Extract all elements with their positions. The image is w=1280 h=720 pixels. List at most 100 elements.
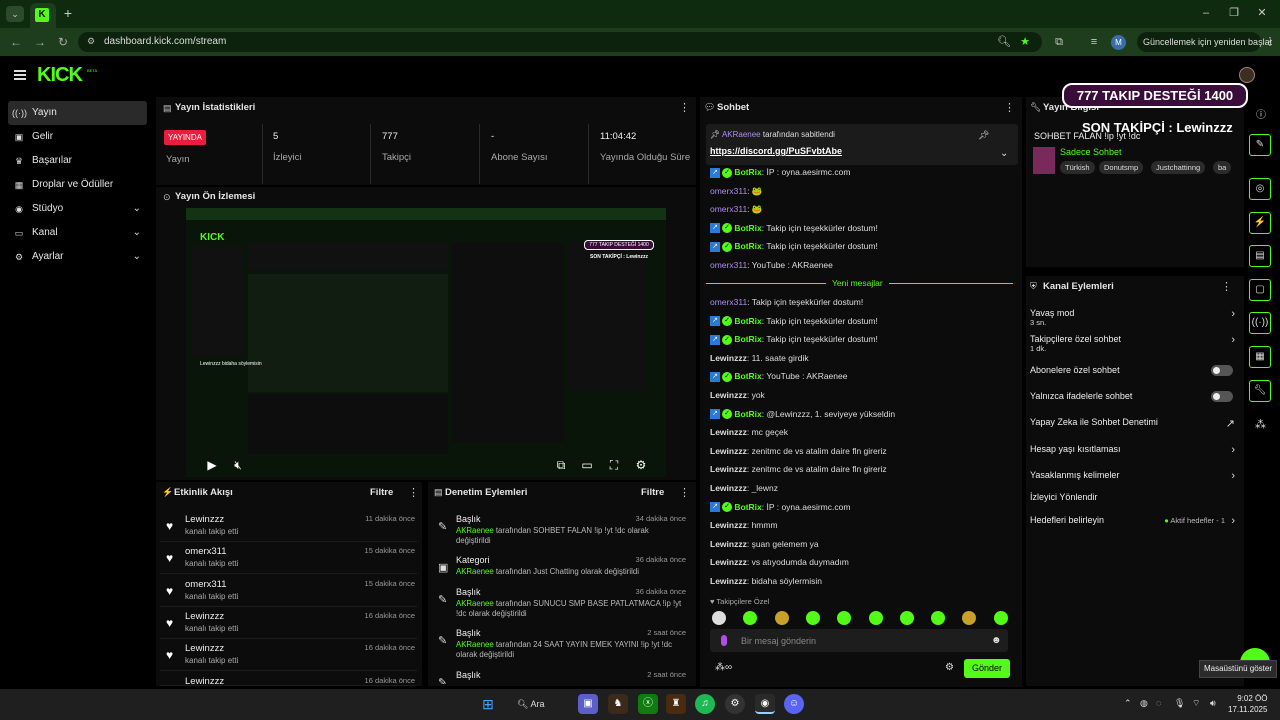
chat-message[interactable]: Lewinzzz: zenitmc de vs atalim daire fln… [710, 446, 887, 456]
chat-menu-icon[interactable]: ⋮ [1004, 101, 1015, 114]
points-icon[interactable]: ⁂∞ [715, 662, 732, 673]
chat-message[interactable]: Lewinzzz: yok [710, 390, 765, 400]
microphone-tray-icon[interactable]: 🎙︎ [1174, 698, 1185, 709]
chat-message[interactable]: omerx311: Takip için teşekkürler dostum! [710, 297, 863, 307]
pip-icon[interactable]: ⧉ [554, 458, 568, 472]
info-icon[interactable]: ⓘ [1256, 106, 1266, 121]
taskbar-clock[interactable]: 9:02 ÖÖ 17.11.2025 [1228, 693, 1267, 715]
active-tab[interactable]: K [30, 3, 56, 28]
emote-icon[interactable] [774, 611, 789, 625]
chat-message[interactable]: ↗ ✓ BotRix: İP : oyna.aesirmc.com [710, 502, 850, 513]
activity-username[interactable]: omerx311 [185, 579, 227, 590]
activity-row[interactable]: ♥ Lewinzzz 16 dakika önce [160, 672, 417, 686]
chat-message[interactable]: omerx311: 🐸 [710, 204, 762, 215]
media-icon[interactable]: ≡ [1086, 34, 1102, 50]
stats-menu-icon[interactable]: ⋮ [679, 101, 690, 114]
moderation-row[interactable]: ▣ Kategori AKRaenee tarafından Just Chatti… [432, 555, 690, 589]
xbox-icon[interactable]: ⓧ [638, 694, 658, 714]
moderation-user[interactable]: AKRaenee [456, 567, 494, 576]
chat-message[interactable]: Lewinzzz: 11. saate girdik [710, 353, 809, 363]
chat-settings-icon[interactable]: ⚙ [945, 662, 954, 673]
send-button[interactable]: Gönder [964, 659, 1010, 678]
windows-start-icon[interactable]: ⊞ [478, 694, 498, 714]
chat-message[interactable]: Lewinzzz: mc geçek [710, 427, 788, 437]
rail-lightning-button[interactable]: ⚡ [1249, 212, 1271, 234]
channel-action-row[interactable]: Takipçilere özel sohbet 1 dk. › [1030, 334, 1235, 356]
channel-action-row[interactable]: Yalnızca ifadelerle sohbet [1030, 391, 1235, 405]
steam-icon[interactable]: ⚙ [725, 694, 745, 714]
teams-icon[interactable]: ▣ [578, 694, 598, 714]
chat-message[interactable]: ↗ ✓ BotRix: Takip için teşekkürler dostum… [710, 241, 878, 252]
chat-message[interactable]: ↗ ✓ BotRix: Takip için teşekkürler dostum… [710, 223, 878, 234]
sidebar-item-gelir[interactable]: ▣ Gelir [8, 125, 147, 149]
tag-chip[interactable]: ba [1213, 161, 1232, 174]
rail-doc-button[interactable]: ▤ [1249, 245, 1271, 267]
toggle-switch[interactable] [1211, 391, 1233, 402]
tab-search-button[interactable]: ⌄ [6, 6, 24, 22]
chat-username[interactable]: Lewinzzz [710, 520, 747, 530]
rail-more-icon[interactable]: ⁂ [1255, 418, 1266, 431]
rail-stats-button[interactable]: ◎ [1249, 178, 1271, 200]
chat-username[interactable]: BotRix [734, 371, 761, 381]
site-info-icon[interactable]: ⚙ [87, 36, 95, 47]
channel-actions-menu-icon[interactable]: ⋮ [1221, 280, 1232, 293]
chat-username[interactable]: Lewinzzz [710, 557, 747, 567]
chat-message[interactable]: Lewinzzz: bidaha söylermisin [710, 576, 822, 586]
play-icon[interactable]: ▶ [205, 458, 219, 472]
activity-row[interactable]: ♥ Lewinzzz kanalı takip etti 16 dakika önce [160, 607, 417, 639]
activity-username[interactable]: Lewinzzz [185, 643, 224, 654]
chat-username[interactable]: Lewinzzz [710, 576, 747, 586]
chat-message[interactable]: Lewinzzz: _lewnz [710, 483, 778, 493]
chat-message[interactable]: ↗ ✓ BotRix: Takip için teşekkürler dostum… [710, 334, 878, 345]
activity-row[interactable]: ♥ omerx311 kanalı takip etti 15 dakika önce [160, 575, 417, 607]
chat-message[interactable]: ↗ ✓ BotRix: İP : oyna.aesirmc.com [710, 167, 850, 178]
channel-action-row[interactable]: Hedefleri belirleyin ● Aktif hedefler - 1… [1030, 515, 1235, 529]
volume-icon[interactable]: 🔊︎ [1210, 698, 1216, 709]
chat-username[interactable]: Lewinzzz [710, 427, 747, 437]
chat-username[interactable]: Lewinzzz [710, 446, 747, 456]
spotify-icon[interactable]: ♫ [695, 694, 715, 714]
zoom-icon[interactable]: 🔍︎ [996, 34, 1012, 50]
hamburger-menu-icon[interactable] [14, 70, 26, 80]
tag-chip[interactable]: Donutsmp [1099, 161, 1144, 174]
sidebar-item-droplar[interactable]: ▦ Droplar ve Ödüller [8, 173, 147, 197]
moderation-filter-button[interactable]: Filtre [641, 487, 664, 498]
game-icon[interactable]: ♞ [608, 694, 628, 714]
reload-icon[interactable]: ↻ [55, 34, 71, 50]
moderation-row[interactable]: ✎ Başlık AKRaenee tarafından 24 SAAT YAYIN… [432, 628, 690, 662]
rail-layout-button[interactable]: ▦ [1249, 346, 1271, 368]
tag-chip[interactable]: Justchattinng [1151, 161, 1206, 174]
extensions-icon[interactable]: ⧉ [1051, 34, 1067, 50]
sidebar-item-ayarlar[interactable]: ⚙ Ayarlar ⌄ [8, 245, 147, 269]
wifi-icon[interactable]: ⌔ [1192, 698, 1200, 709]
pinned-link[interactable]: https://discord.gg/PuSFvbtAbe [710, 146, 842, 156]
toggle-switch[interactable] [1211, 365, 1233, 376]
channel-action-row[interactable]: Hesap yaşı kısıtlaması › [1030, 444, 1235, 458]
kick-logo[interactable]: KICK [37, 64, 83, 87]
forward-icon[interactable]: → [32, 34, 48, 50]
taskbar-search[interactable]: 🔍︎ Ara [517, 696, 559, 712]
sidebar-item-studyo[interactable]: ◉ Stüdyo ⌄ [8, 197, 147, 221]
chat-username[interactable]: omerx311 [710, 260, 747, 270]
user-avatar[interactable] [1239, 67, 1255, 83]
chat-username[interactable]: omerx311 [710, 204, 747, 214]
chat-message[interactable]: Lewinzzz: şuan gelemem ya [710, 539, 819, 549]
chat-message[interactable]: omerx311: 🐸 [710, 186, 762, 197]
chat-message[interactable]: ↗ ✓ BotRix: Takip için teşekkürler dostum… [710, 316, 878, 327]
activity-row[interactable]: ♥ Lewinzzz kanalı takip etti 16 dakika önce [160, 639, 417, 672]
activity-username[interactable]: Lewinzzz [185, 514, 224, 525]
chat-message[interactable]: Lewinzzz: hmmm [710, 520, 778, 530]
emote-icon[interactable] [931, 611, 946, 625]
chat-username[interactable]: omerx311 [710, 186, 747, 196]
pinned-user[interactable]: AKRaenee [722, 130, 761, 139]
fullscreen-icon[interactable]: ⛶ [607, 458, 621, 472]
channel-action-row[interactable]: Yavaş mod 3 sn. › [1030, 308, 1235, 330]
sidebar-item-kanal[interactable]: ▭ Kanal ⌄ [8, 221, 147, 245]
chat-username[interactable]: Lewinzzz [710, 464, 747, 474]
moderation-row[interactable]: ✎ Başlık AKRaenee tarafından SOHBET FALAN … [432, 514, 690, 548]
emote-icon[interactable] [712, 611, 726, 625]
update-button[interactable]: Güncellemek için yeniden başlat [1137, 32, 1272, 52]
chat-username[interactable]: Lewinzzz [710, 353, 747, 363]
maximize-button[interactable]: ❐ [1224, 5, 1244, 21]
discord-icon[interactable]: ☺ [784, 694, 804, 714]
